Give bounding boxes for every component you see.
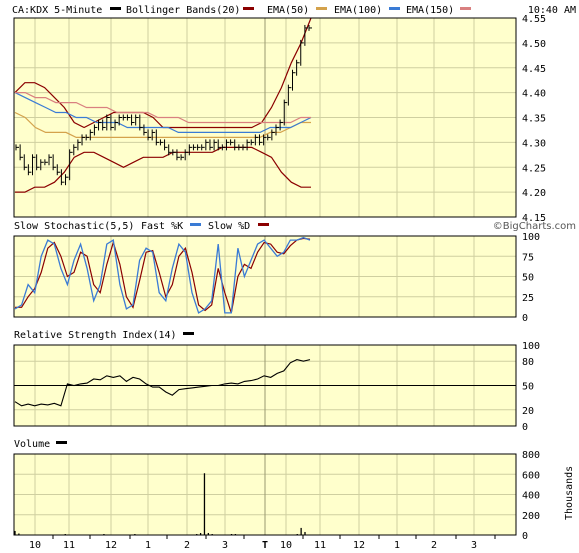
legend-ema100-swatch xyxy=(389,7,400,10)
stochastic-ytick-label: 25 xyxy=(522,293,534,304)
x-axis-label: T xyxy=(262,540,268,551)
price-ytick-label: 4.15 xyxy=(522,213,546,224)
x-axis-label: 3 xyxy=(471,540,477,551)
x-axis-label: 2 xyxy=(431,540,437,551)
price-ytick-label: 4.35 xyxy=(522,114,546,125)
chart-symbol-title: CA:KDX 5-Minute xyxy=(12,5,102,16)
x-axis-label: 3 xyxy=(222,540,228,551)
x-axis-label: 1 xyxy=(394,540,400,551)
stochastic-ytick-label: 0 xyxy=(522,313,528,324)
volume-ylabel: Thousands xyxy=(564,466,575,520)
x-axis-label: 12 xyxy=(353,540,365,551)
price-ytick-label: 4.30 xyxy=(522,138,546,149)
stochastic-fast-label: Fast %K xyxy=(141,221,183,232)
legend-ema50-label: EMA(50) xyxy=(267,5,309,16)
price-ytick-label: 4.40 xyxy=(522,89,546,100)
volume-panel-title: Volume xyxy=(14,439,50,450)
legend-bollinger-label: Bollinger Bands(20) xyxy=(126,5,240,16)
x-axis-label: 11 xyxy=(63,540,75,551)
legend-ema100-label: EMA(100) xyxy=(334,5,382,16)
volume-ytick-label: 600 xyxy=(522,470,540,481)
price-ytick-label: 4.20 xyxy=(522,188,546,199)
legend-price-swatch xyxy=(110,7,121,10)
rsi-swatch xyxy=(183,332,194,335)
x-axis-label: 1 xyxy=(145,540,151,551)
x-axis-label: 12 xyxy=(105,540,117,551)
volume-ytick-label: 0 xyxy=(522,531,528,542)
volume-ytick-label: 200 xyxy=(522,511,540,522)
rsi-panel-title: Relative Strength Index(14) xyxy=(14,330,177,341)
stochastic-slow-swatch xyxy=(258,223,269,226)
rsi-ytick-label: 80 xyxy=(522,357,534,368)
volume-ytick-label: 800 xyxy=(522,450,540,461)
stochastic-ytick-label: 75 xyxy=(522,252,534,263)
x-axis-label: 11 xyxy=(314,540,326,551)
price-ytick-label: 4.55 xyxy=(522,14,546,25)
x-axis-label: 10 xyxy=(29,540,41,551)
rsi-ytick-label: 0 xyxy=(522,422,528,433)
legend-ema50-swatch xyxy=(316,7,327,10)
stochastic-ytick-label: 50 xyxy=(522,273,534,284)
price-ytick-label: 4.25 xyxy=(522,163,546,174)
legend-ema150-label: EMA(150) xyxy=(406,5,454,16)
stochastic-panel-title: Slow Stochastic(5,5) xyxy=(14,221,134,232)
stochastic-ytick-label: 100 xyxy=(522,232,540,243)
volume-ytick-label: 400 xyxy=(522,491,540,502)
chart-svg: CA:KDX 5-Minute Bollinger Bands(20) EMA(… xyxy=(0,0,579,553)
legend-ema150-swatch xyxy=(460,7,471,10)
price-ytick-label: 4.50 xyxy=(522,39,546,50)
x-axis-label: 2 xyxy=(184,540,190,551)
price-ytick-label: 4.45 xyxy=(522,64,546,75)
x-axis-label: 10 xyxy=(280,540,292,551)
rsi-ytick-label: 20 xyxy=(522,406,534,417)
chart-container: CA:KDX 5-Minute Bollinger Bands(20) EMA(… xyxy=(0,0,579,553)
stochastic-slow-label: Slow %D xyxy=(208,221,250,232)
rsi-ytick-label: 100 xyxy=(522,341,540,352)
legend-bollinger-swatch xyxy=(243,7,254,10)
stochastic-fast-swatch xyxy=(190,223,201,226)
volume-swatch xyxy=(56,441,67,444)
rsi-ytick-label: 50 xyxy=(522,382,534,393)
chart-panels: 4.554.504.454.404.354.304.254.204.151007… xyxy=(13,14,546,551)
